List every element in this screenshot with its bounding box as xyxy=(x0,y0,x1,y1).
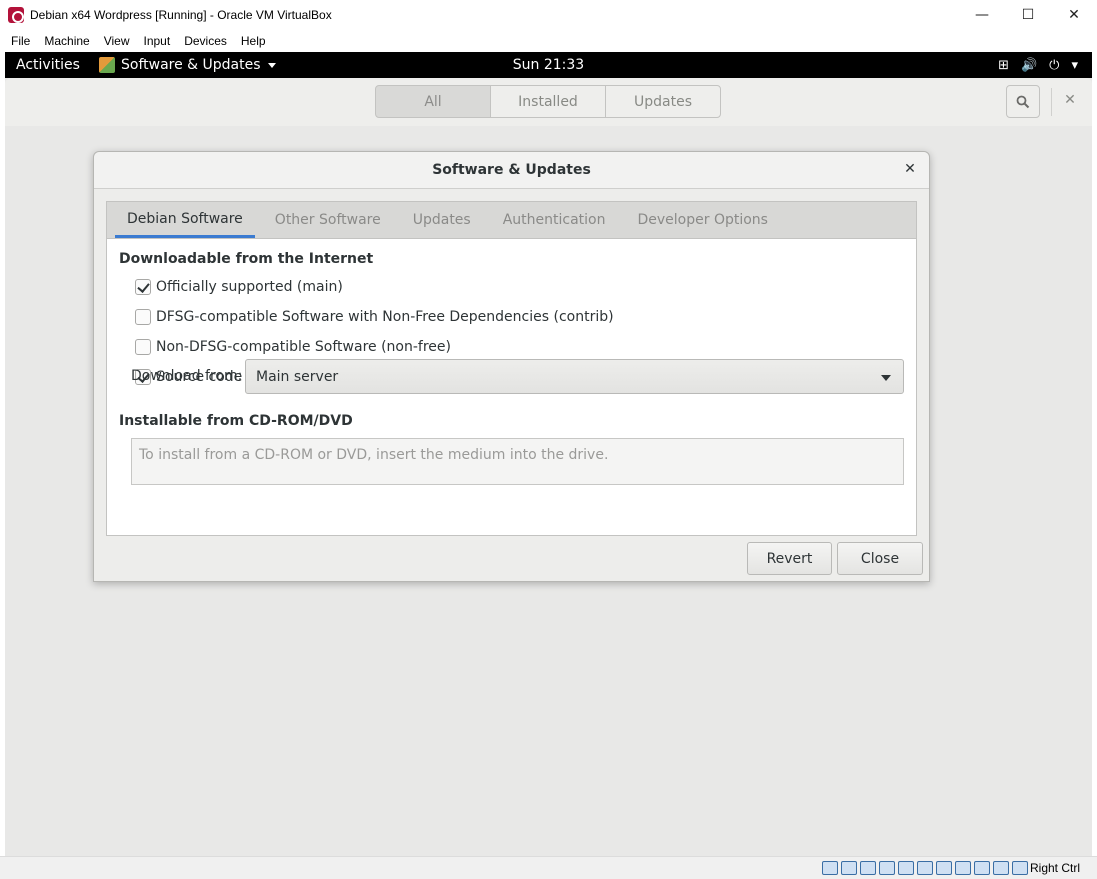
optical-drive-icon[interactable] xyxy=(841,861,857,875)
tab-authentication[interactable]: Authentication xyxy=(491,202,618,238)
download-from-combo[interactable]: Main server xyxy=(245,359,904,394)
checkbox-contrib[interactable] xyxy=(135,309,151,325)
header-separator xyxy=(1051,88,1052,116)
maximize-button[interactable]: ☐ xyxy=(1005,0,1051,30)
option-contrib[interactable]: DFSG-compatible Software with Non-Free D… xyxy=(135,309,614,325)
cdrom-list[interactable]: To install from a CD-ROM or DVD, insert … xyxy=(131,438,904,485)
menu-help[interactable]: Help xyxy=(234,34,273,48)
cdrom-section-title: Installable from CD-ROM/DVD xyxy=(119,413,353,429)
power-icon: ⏻ xyxy=(1049,57,1060,73)
search-icon xyxy=(1016,95,1030,108)
usb-icon[interactable] xyxy=(898,861,914,875)
tab-installed[interactable]: Installed xyxy=(490,85,606,118)
checkbox-main[interactable] xyxy=(135,279,151,295)
host-window-controls: — ☐ ✕ xyxy=(959,0,1097,30)
close-button[interactable]: Close xyxy=(837,542,923,575)
chevron-down-icon: ▾ xyxy=(1071,57,1078,73)
tab-updates[interactable]: Updates xyxy=(605,85,721,118)
host-window-title: Debian x64 Wordpress [Running] - Oracle … xyxy=(30,8,332,22)
virtualbox-icon xyxy=(8,7,24,23)
dialog-close-icon[interactable]: ✕ xyxy=(901,161,919,177)
menu-view[interactable]: View xyxy=(97,34,137,48)
dialog-notebook: Debian Software Other Software Updates A… xyxy=(106,201,917,536)
menu-input[interactable]: Input xyxy=(137,34,178,48)
tab-other-software[interactable]: Other Software xyxy=(263,202,393,238)
search-button[interactable] xyxy=(1006,85,1040,118)
checkbox-non-free[interactable] xyxy=(135,339,151,355)
host-titlebar: Debian x64 Wordpress [Running] - Oracle … xyxy=(0,0,1097,30)
host-key-label: Right Ctrl xyxy=(1030,861,1081,875)
dialog-title: Software & Updates xyxy=(432,162,591,178)
caret-down-icon xyxy=(267,62,276,68)
system-tray[interactable]: ⊞ 🔊 ⏻ ▾ xyxy=(998,52,1078,78)
network-icon: ⊞ xyxy=(998,57,1009,73)
close-window-button[interactable]: ✕ xyxy=(1051,0,1097,30)
activities-button[interactable]: Activities xyxy=(5,57,95,73)
download-from-label: Download from: xyxy=(131,368,243,384)
gnome-topbar: Activities Software & Updates Sun 21:33 … xyxy=(5,52,1092,78)
gnome-software-header: All Installed Updates ✕ xyxy=(5,78,1092,126)
software-updates-icon xyxy=(99,57,115,73)
app-menu-label: Software & Updates xyxy=(121,57,261,73)
internet-section-title: Downloadable from the Internet xyxy=(119,251,374,267)
dialog-titlebar: Software & Updates ✕ xyxy=(94,152,929,189)
download-from-value: Main server xyxy=(256,368,339,385)
hard-disk-icon[interactable] xyxy=(822,861,838,875)
revert-button[interactable]: Revert xyxy=(747,542,832,575)
tab-debian-software[interactable]: Debian Software xyxy=(115,202,255,238)
gs-close-button[interactable]: ✕ xyxy=(1058,92,1082,112)
keyboard-capture-icon[interactable] xyxy=(1012,861,1028,875)
option-main-label: Officially supported (main) xyxy=(156,279,343,295)
tab-all[interactable]: All xyxy=(375,85,491,118)
host-statusbar: Right Ctrl xyxy=(0,856,1097,879)
volume-icon: 🔊 xyxy=(1020,57,1038,73)
view-switcher: All Installed Updates xyxy=(375,85,721,118)
software-updates-dialog: Software & Updates ✕ Debian Software Oth… xyxy=(93,151,930,582)
guest-screen: Activities Software & Updates Sun 21:33 … xyxy=(5,52,1092,856)
tab-developer-options[interactable]: Developer Options xyxy=(626,202,780,238)
minimize-button[interactable]: — xyxy=(959,0,1005,30)
menu-machine[interactable]: Machine xyxy=(37,34,96,48)
host-menubar: File Machine View Input Devices Help xyxy=(0,30,1097,52)
network-adapter-icon[interactable] xyxy=(879,861,895,875)
tab-updates-settings[interactable]: Updates xyxy=(401,202,483,238)
header-bar: All Installed Updates ✕ xyxy=(5,78,1092,126)
chevron-down-icon xyxy=(881,375,891,381)
cdrom-hint: To install from a CD-ROM or DVD, insert … xyxy=(139,447,609,463)
option-non-free-label: Non-DFSG-compatible Software (non-free) xyxy=(156,339,451,355)
audio-icon[interactable] xyxy=(860,861,876,875)
app-menu[interactable]: Software & Updates xyxy=(99,57,276,73)
video-capture-icon[interactable] xyxy=(955,861,971,875)
display-icon[interactable] xyxy=(936,861,952,875)
shared-folders-icon[interactable] xyxy=(917,861,933,875)
mouse-integration-icon[interactable] xyxy=(993,861,1009,875)
cpu-icon[interactable] xyxy=(974,861,990,875)
menu-file[interactable]: File xyxy=(4,34,37,48)
option-contrib-label: DFSG-compatible Software with Non-Free D… xyxy=(156,309,614,325)
option-non-free[interactable]: Non-DFSG-compatible Software (non-free) xyxy=(135,339,451,355)
menu-devices[interactable]: Devices xyxy=(177,34,234,48)
dialog-tabs: Debian Software Other Software Updates A… xyxy=(107,202,916,239)
device-indicators xyxy=(822,861,1028,875)
option-main[interactable]: Officially supported (main) xyxy=(135,279,343,295)
